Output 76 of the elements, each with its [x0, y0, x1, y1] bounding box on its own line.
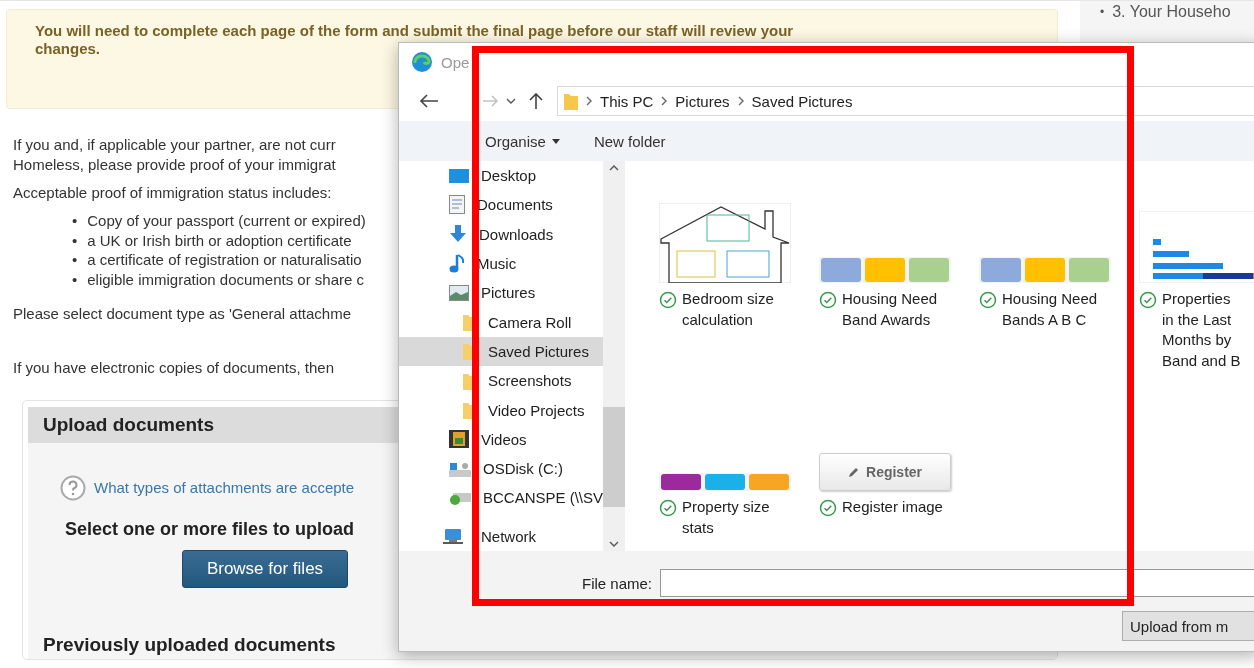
scroll-up-icon	[609, 165, 620, 171]
folder-label: Screenshots	[488, 372, 572, 390]
file-name[interactable]: Register image	[842, 497, 943, 518]
field-label: File name:	[582, 574, 653, 592]
chevron-down-icon	[506, 98, 516, 104]
register-button-picture: Register	[819, 453, 952, 491]
folder-label: Desktop	[481, 167, 537, 185]
scroll-down-icon	[609, 541, 620, 547]
browser-logo-icon	[411, 51, 433, 73]
bullet-marker: •	[72, 270, 78, 290]
breadcrumb[interactable]: Pictures	[675, 92, 730, 110]
list-item: a certificate of registration or naturalisatio	[87, 250, 362, 271]
up-arrow-icon	[529, 92, 543, 110]
folder-label: Network	[481, 527, 536, 545]
chevron-right-icon	[586, 96, 592, 106]
scrollbar[interactable]	[603, 161, 626, 551]
folder-tree-item[interactable]: Network	[399, 521, 604, 552]
bullet-marker: •	[72, 230, 78, 251]
file-name[interactable]: Properties in the Last Months by Band and B	[1162, 289, 1241, 371]
organise-menu[interactable]: Organise	[485, 132, 560, 150]
paragraph: If you and, if applicable your partner, are not curr Homeless, please provide proof of your immigrat	[13, 135, 336, 175]
bullet-marker: •	[1100, 4, 1105, 19]
chevron-right-icon	[661, 96, 668, 106]
folder-label: BCCANSPE (\\SV	[483, 489, 604, 507]
download-arrow-icon	[449, 225, 467, 244]
paragraph: Please select document type as 'General attachme	[13, 303, 352, 324]
network-icon	[443, 527, 465, 546]
back-arrow-icon	[419, 94, 439, 108]
list-item: eligible immigration documents or share c	[87, 270, 365, 290]
help-link[interactable]: What types of attachments are accepte	[94, 479, 355, 497]
folder-tree-item[interactable]: OSDisk (C:)	[399, 453, 604, 484]
folder-tree-item[interactable]: Pictures	[399, 278, 604, 308]
document-icon	[449, 195, 465, 215]
folder-tree-item[interactable]: Camera Roll	[399, 307, 604, 337]
music-note-icon	[449, 253, 465, 274]
file-name-field[interactable]	[660, 569, 1254, 597]
desktop-icon	[449, 168, 469, 183]
folder-tree-item[interactable]: Documents	[399, 190, 604, 220]
paragraph: Acceptable proof of immigration status includes:	[13, 183, 332, 203]
upload-prompt: Select one or more files to upload	[65, 518, 355, 540]
folder-label: Saved Pictures	[488, 342, 589, 360]
paragraph: If you have electronic copies of documents, then	[13, 357, 335, 378]
help-icon	[60, 474, 86, 501]
file-name[interactable]: Housing Need Band Awards	[842, 289, 938, 330]
bullet-marker: •	[72, 250, 78, 271]
forward-arrow-icon	[483, 95, 499, 107]
upload-button[interactable]: Upload from m	[1122, 611, 1254, 641]
folder-label: Documents	[477, 196, 553, 214]
file-name[interactable]: Bedroom size calculation	[682, 289, 774, 330]
folder-tree-item[interactable]: Desktop	[399, 161, 604, 191]
folder-icon	[564, 92, 578, 110]
folder-label: Pictures	[481, 284, 536, 302]
address-bar[interactable]: This PC Pictures Saved Pictures	[557, 86, 1254, 116]
folder-label: Camera Roll	[488, 313, 572, 331]
folder-label: Downloads	[479, 225, 554, 243]
folder-label: OSDisk (C:)	[483, 460, 563, 478]
file-name[interactable]: Property size stats	[682, 497, 770, 538]
chevron-right-icon	[737, 96, 744, 106]
folder-tree-item[interactable]: Screenshots	[399, 366, 604, 396]
folder-tree-item[interactable]: BCCANSPE (\\SV	[399, 483, 604, 513]
breadcrumb[interactable]: Saved Pictures	[751, 92, 853, 110]
caret-icon	[551, 138, 560, 144]
folder-tree-item[interactable]: Downloads	[399, 219, 604, 249]
pencil-icon	[848, 466, 860, 478]
folder-tree-item[interactable]: Saved Pictures	[399, 336, 604, 367]
breadcrumb[interactable]: This PC	[600, 92, 654, 110]
browse-button[interactable]: Browse for files	[182, 549, 348, 588]
step-link[interactable]: 3. Your Househo	[1112, 1, 1231, 21]
landscape-icon	[449, 284, 469, 301]
file-name[interactable]: Housing Need Bands A B C	[1002, 289, 1098, 330]
list-item: a UK or Irish birth or adoption certificate	[87, 230, 352, 251]
new-folder-button[interactable]: New folder	[593, 132, 666, 150]
section-title: Previously uploaded documents	[43, 633, 336, 656]
bullet-marker: •	[72, 211, 78, 231]
list-item: Copy of your passport (current or expired)	[87, 211, 366, 231]
film-strip-icon	[449, 430, 469, 449]
